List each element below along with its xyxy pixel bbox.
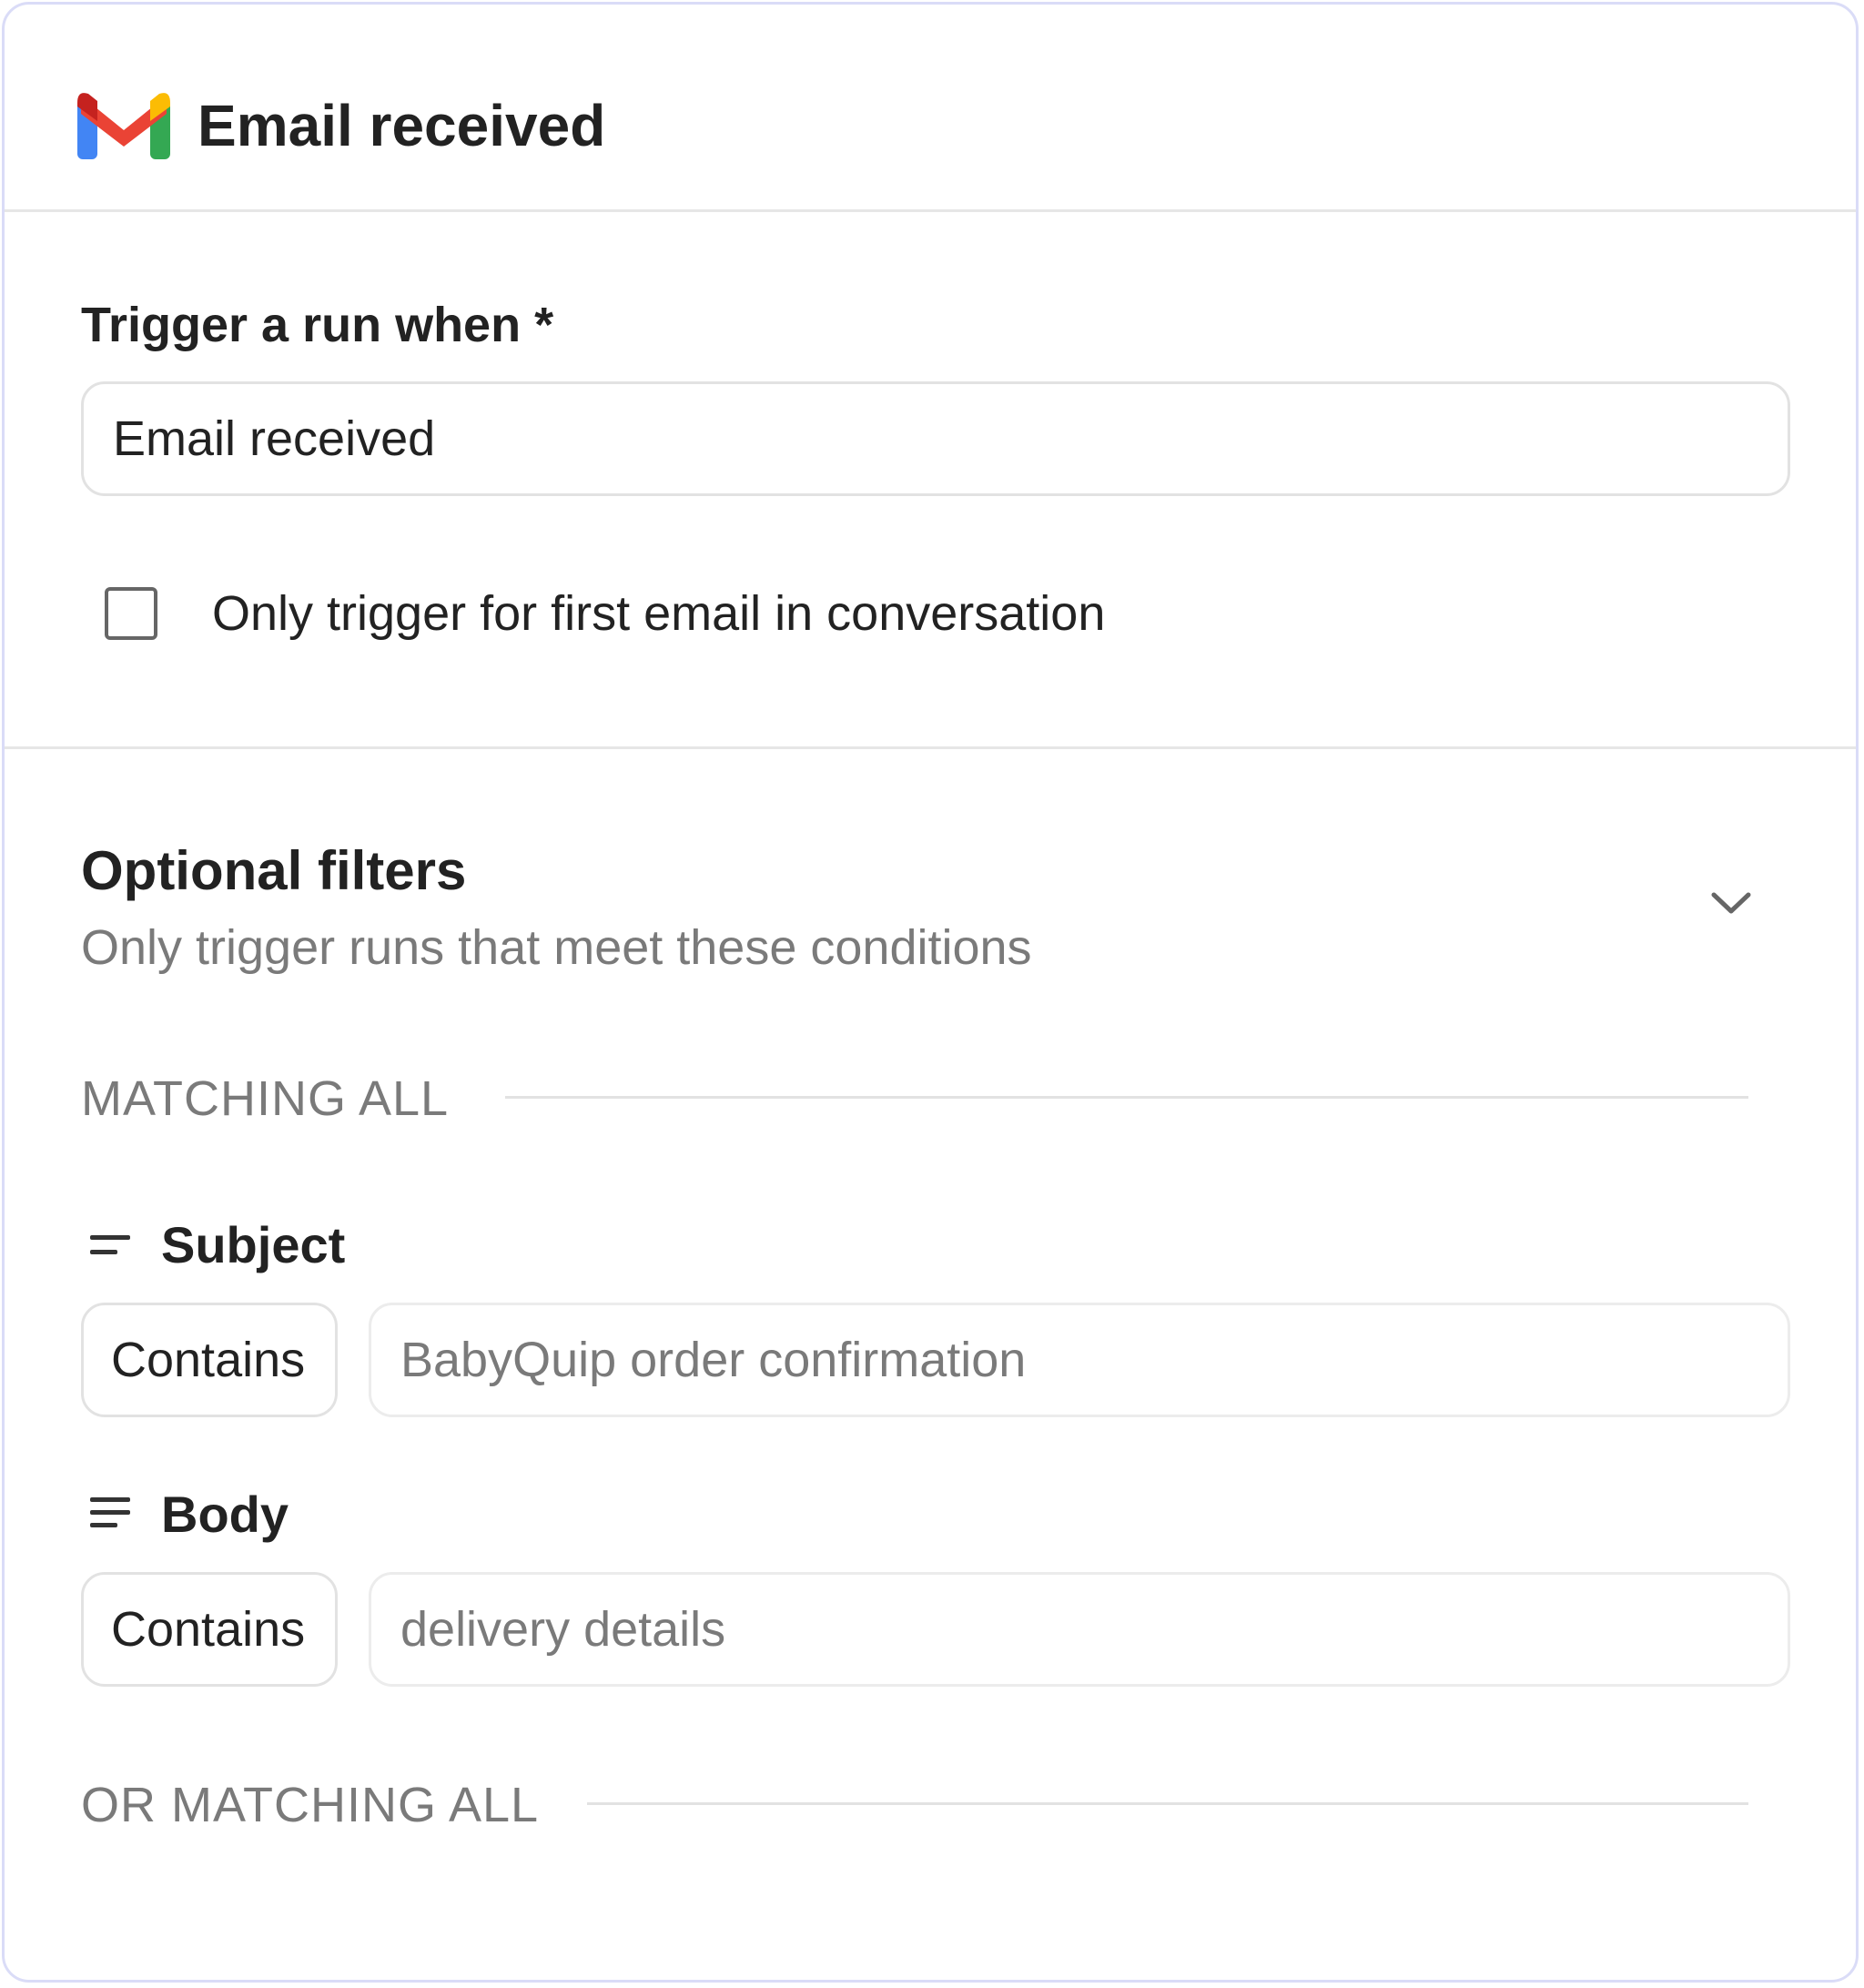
group-label-or-matching-all: OR MATCHING ALL [81,1778,540,1832]
first-email-checkbox[interactable] [105,587,157,640]
condition-value-subject-input[interactable] [369,1303,1790,1417]
chevron-down-icon[interactable] [1705,882,1758,922]
condition-operator-body[interactable]: Contains [81,1572,338,1687]
gmail-icon [77,93,170,159]
trigger-config-card: Email received Trigger a run when * Emai… [2,2,1859,1983]
condition-field-body: Body [161,1486,289,1543]
short-text-icon [90,1235,130,1254]
condition-field-subject: Subject [161,1216,346,1273]
trigger-section: Trigger a run when * Email received Only… [5,212,1856,749]
header-title: Email received [198,93,606,158]
filters-subtitle: Only trigger runs that meet these condit… [81,920,1032,975]
filters-title: Optional filters [81,840,467,901]
group-label-matching-all: MATCHING ALL [81,1071,450,1126]
trigger-label: Trigger a run when * [81,298,554,352]
trigger-event-value: Email received [113,411,436,466]
card-header: Email received [5,5,1856,212]
group-divider [587,1802,1748,1805]
first-email-checkbox-label[interactable]: Only trigger for first email in conversa… [212,584,1105,643]
condition-value-body-input[interactable] [369,1572,1790,1687]
trigger-event-select[interactable]: Email received [81,381,1790,496]
operator-label: Contains [111,1333,306,1387]
group-divider [505,1096,1748,1099]
long-text-icon [90,1497,130,1527]
operator-label: Contains [111,1602,306,1657]
condition-operator-subject[interactable]: Contains [81,1303,338,1417]
